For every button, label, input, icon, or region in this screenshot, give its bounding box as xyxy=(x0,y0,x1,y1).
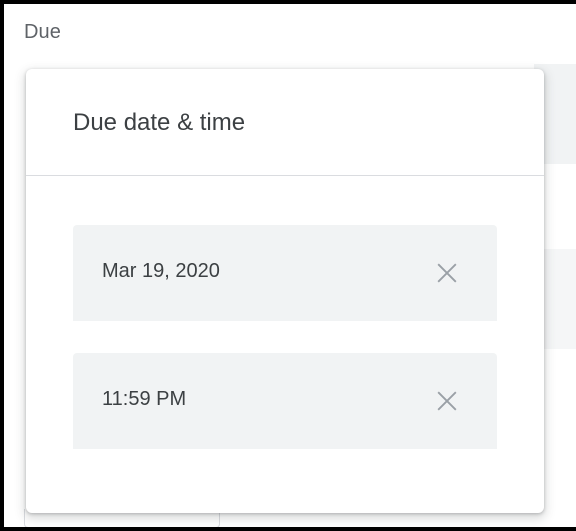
close-icon xyxy=(437,263,457,283)
due-date-value: Mar 19, 2020 xyxy=(102,260,220,282)
due-section-label: Due xyxy=(24,21,61,43)
due-date-field[interactable]: Mar 19, 2020 xyxy=(73,225,497,321)
clear-date-button[interactable] xyxy=(427,253,467,293)
screen-frame: Due Due date & time Mar 19, 2020 11:59 P… xyxy=(4,4,576,527)
due-time-field[interactable]: 11:59 PM xyxy=(73,353,497,449)
dialog-header: Due date & time xyxy=(26,69,544,176)
due-time-value: 11:59 PM xyxy=(102,388,187,410)
clear-time-button[interactable] xyxy=(427,381,467,421)
dialog-title: Due date & time xyxy=(73,109,246,136)
due-date-time-dialog: Due date & time Mar 19, 2020 11:59 PM xyxy=(26,69,544,513)
close-icon xyxy=(437,391,457,411)
